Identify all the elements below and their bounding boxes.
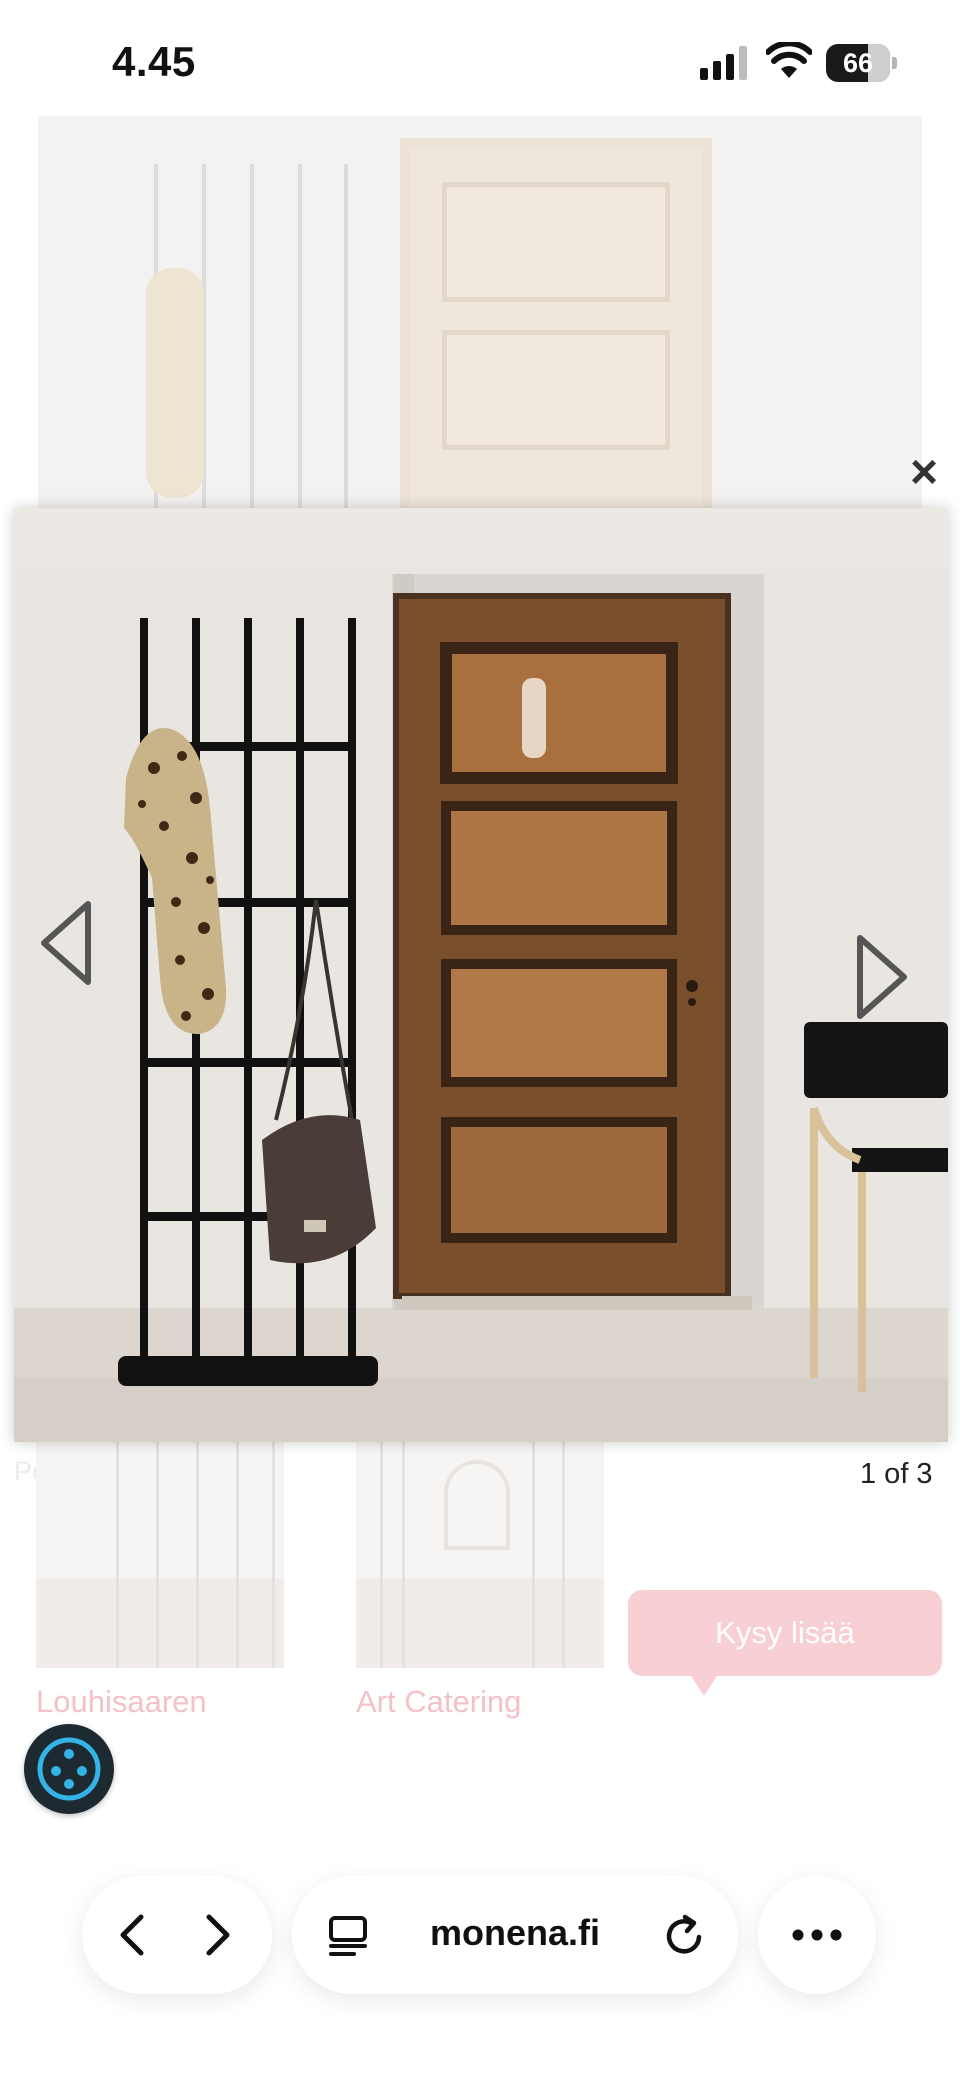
lightbox-image	[14, 508, 948, 1442]
tile-title[interactable]: Art Catering	[356, 1684, 521, 1720]
background-hero-image	[38, 116, 922, 516]
signal-icon	[700, 46, 747, 80]
image-counter: 1 of 3	[860, 1458, 933, 1490]
more-icon	[792, 1929, 842, 1941]
forward-button[interactable]	[188, 1905, 248, 1965]
accessibility-icon	[37, 1737, 101, 1801]
status-time: 4.45	[112, 38, 196, 85]
nav-pill	[82, 1876, 272, 1994]
hallway-photo	[14, 508, 948, 1442]
url-text[interactable]: monena.fi	[430, 1912, 600, 1954]
tile-image[interactable]	[356, 1440, 604, 1668]
address-bar[interactable]: monena.fi	[292, 1876, 738, 1994]
forward-icon	[206, 1914, 230, 1956]
status-bar: 4.45 66	[0, 0, 960, 120]
tile-image[interactable]	[36, 1440, 284, 1668]
prev-arrow-icon[interactable]	[36, 898, 96, 988]
back-button[interactable]	[102, 1905, 162, 1965]
more-button[interactable]	[758, 1876, 876, 1994]
reader-button[interactable]	[322, 1910, 374, 1962]
reader-icon	[329, 1916, 367, 1956]
reload-icon	[666, 1914, 702, 1954]
battery-percent: 66	[842, 48, 874, 78]
battery-icon: 66	[826, 44, 898, 82]
accessibility-button[interactable]	[24, 1724, 114, 1814]
close-icon[interactable]: ×	[896, 444, 952, 500]
wifi-icon	[766, 42, 812, 78]
back-icon	[120, 1914, 144, 1956]
tile-title[interactable]: Louhisaaren	[36, 1684, 207, 1720]
next-arrow-icon[interactable]	[852, 932, 912, 1022]
ask-more-button[interactable]: Kysy lisää	[628, 1590, 942, 1676]
reload-button[interactable]	[656, 1908, 712, 1964]
ask-more-label: Kysy lisää	[715, 1615, 855, 1650]
ask-button-tail	[690, 1674, 718, 1696]
